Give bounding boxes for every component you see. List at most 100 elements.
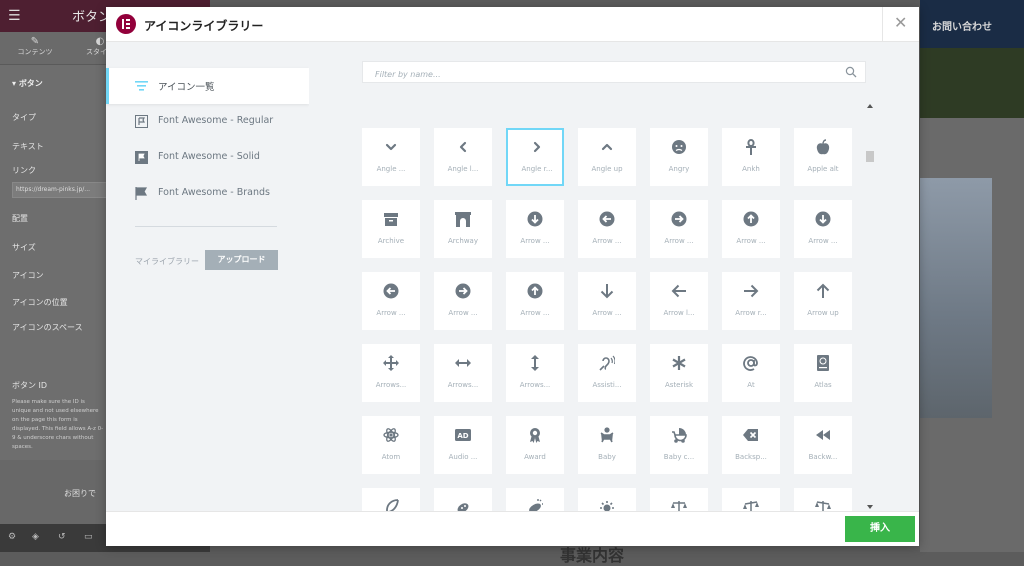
- upload-button[interactable]: アップロード: [205, 250, 278, 270]
- icon-tile[interactable]: [578, 488, 636, 511]
- icon-tile-label: Arrow up: [807, 309, 839, 317]
- icon-tile[interactable]: Arrow ...: [722, 200, 780, 258]
- icon-tile-label: Atlas: [814, 381, 832, 389]
- apple-alt-icon: [794, 137, 852, 157]
- icon-tile[interactable]: Arrow ...: [650, 200, 708, 258]
- elementor-logo-icon: [116, 14, 136, 34]
- icon-tile-label: Angle up: [591, 165, 623, 173]
- icon-tile[interactable]: Arrow ...: [362, 272, 420, 330]
- icon-tile[interactable]: Backsp...: [722, 416, 780, 474]
- icon-tile-label: Arrow l...: [663, 309, 695, 317]
- icon-tile[interactable]: Arrow ...: [506, 200, 564, 258]
- icon-tile-label: Arrow ...: [808, 237, 838, 245]
- asterisk-icon: [650, 353, 708, 373]
- field-label: ボタン ID: [12, 381, 48, 390]
- icon-tile-label: Ankh: [742, 165, 760, 173]
- sidebar-item-all-icons[interactable]: アイコン一覧: [106, 68, 309, 104]
- angle-up-icon: [578, 137, 636, 157]
- flag-brands-icon: [135, 187, 148, 200]
- ankh-icon: [722, 137, 780, 157]
- sidebar-divider: [135, 226, 277, 227]
- icon-tile[interactable]: Apple alt: [794, 128, 852, 186]
- icon-tile[interactable]: AD Audio ...: [434, 416, 492, 474]
- icon-tile-label: Atom: [381, 453, 401, 461]
- icon-tile[interactable]: Angle l...: [434, 128, 492, 186]
- scrollbar[interactable]: [864, 104, 876, 511]
- icon-tile[interactable]: Arrow l...: [650, 272, 708, 330]
- icon-tile-label: Apple alt: [807, 165, 839, 173]
- icon-tile[interactable]: Arrow r...: [722, 272, 780, 330]
- icon-tile[interactable]: [434, 488, 492, 511]
- field-label: タイプ: [12, 113, 36, 122]
- icon-tile-label: Arrow ...: [736, 237, 766, 245]
- icon-tile[interactable]: Angry: [650, 128, 708, 186]
- angle-right-icon: [508, 137, 566, 157]
- sidebar-item-fa-regular[interactable]: Font Awesome - Regular: [106, 104, 309, 140]
- scroll-thumb[interactable]: [866, 151, 874, 162]
- icon-tile-label: Arrow ...: [664, 237, 694, 245]
- backward-icon: [794, 425, 852, 445]
- field-label: アイコンの位置: [12, 298, 68, 307]
- icon-tile[interactable]: Arrows...: [434, 344, 492, 402]
- icon-tile[interactable]: [722, 488, 780, 511]
- layers-icon: ◈: [32, 532, 39, 542]
- sidebar-item-label: Font Awesome - Regular: [158, 115, 274, 126]
- filter-input[interactable]: [373, 64, 837, 85]
- icon-tile[interactable]: Arrow ...: [794, 200, 852, 258]
- icon-tile[interactable]: [362, 488, 420, 511]
- icon-tile[interactable]: Archive: [362, 200, 420, 258]
- icon-tile[interactable]: Arrows...: [506, 344, 564, 402]
- icon-tile[interactable]: Arrow ...: [578, 272, 636, 330]
- icon-tile-label: Asterisk: [664, 381, 693, 389]
- icon-tile[interactable]: Baby: [578, 416, 636, 474]
- icon-tile[interactable]: Atom: [362, 416, 420, 474]
- sidebar-item-fa-solid[interactable]: Font Awesome - Solid: [106, 140, 309, 176]
- svg-text:AD: AD: [457, 432, 468, 440]
- icon-tile[interactable]: Arrow ...: [578, 200, 636, 258]
- arrow-circle-left-icon: [578, 209, 636, 229]
- icon-tile[interactable]: Angle up: [578, 128, 636, 186]
- icon-tile[interactable]: Asterisk: [650, 344, 708, 402]
- icon-tile-label: Arrows...: [375, 381, 407, 389]
- sidebar-item-fa-brands[interactable]: Font Awesome - Brands: [106, 176, 309, 212]
- icon-tile[interactable]: [506, 488, 564, 511]
- modal-title: アイコンライブラリー: [144, 19, 264, 33]
- icon-tile[interactable]: Angle r...: [506, 128, 564, 186]
- arrow-left-icon: [650, 281, 708, 301]
- icon-tile[interactable]: Arrow up: [794, 272, 852, 330]
- close-icon[interactable]: ✕: [894, 13, 907, 32]
- icon-tile-label: Arrows...: [519, 381, 551, 389]
- icon-tile[interactable]: Award: [506, 416, 564, 474]
- icon-content-area: Angle ... Angle l... Angle r... Angle up Ang…: [309, 42, 919, 511]
- icon-tile[interactable]: [794, 488, 852, 511]
- icon-tile[interactable]: Arrow ...: [434, 272, 492, 330]
- icon-tile-label: Award: [524, 453, 546, 461]
- settings-icon: ⚙: [8, 532, 17, 542]
- insert-button[interactable]: 挿入: [845, 516, 915, 542]
- icon-tile[interactable]: Arrows...: [362, 344, 420, 402]
- icon-tile[interactable]: At: [722, 344, 780, 402]
- icon-tile[interactable]: Atlas: [794, 344, 852, 402]
- icon-tile-label: Arrow ...: [592, 237, 622, 245]
- icon-tile[interactable]: Angle ...: [362, 128, 420, 186]
- icon-tile[interactable]: Backw...: [794, 416, 852, 474]
- balance-scale-left-icon: [722, 497, 780, 511]
- icon-tile-label: Baby c...: [663, 453, 695, 461]
- icon-tile[interactable]: Archway: [434, 200, 492, 258]
- icon-tile[interactable]: Arrow ...: [506, 272, 564, 330]
- icon-tile-label: Archive: [377, 237, 405, 245]
- hamburger-icon: ☰: [8, 8, 21, 24]
- icon-tile-label: Angle r...: [521, 165, 553, 173]
- icon-tile[interactable]: Assisti...: [578, 344, 636, 402]
- icon-tile[interactable]: Baby c...: [650, 416, 708, 474]
- sun-icon: [578, 497, 636, 511]
- arrow-circle-down-icon: [506, 209, 564, 229]
- scroll-up-icon[interactable]: [867, 104, 873, 108]
- search-box: [362, 61, 866, 85]
- background-preview: お問い合わせ: [920, 0, 1024, 552]
- scroll-down-icon[interactable]: [867, 505, 873, 509]
- pencil-icon: ✎: [30, 36, 40, 47]
- field-label: サイズ: [12, 243, 36, 252]
- icon-tile[interactable]: [650, 488, 708, 511]
- icon-tile[interactable]: Ankh: [722, 128, 780, 186]
